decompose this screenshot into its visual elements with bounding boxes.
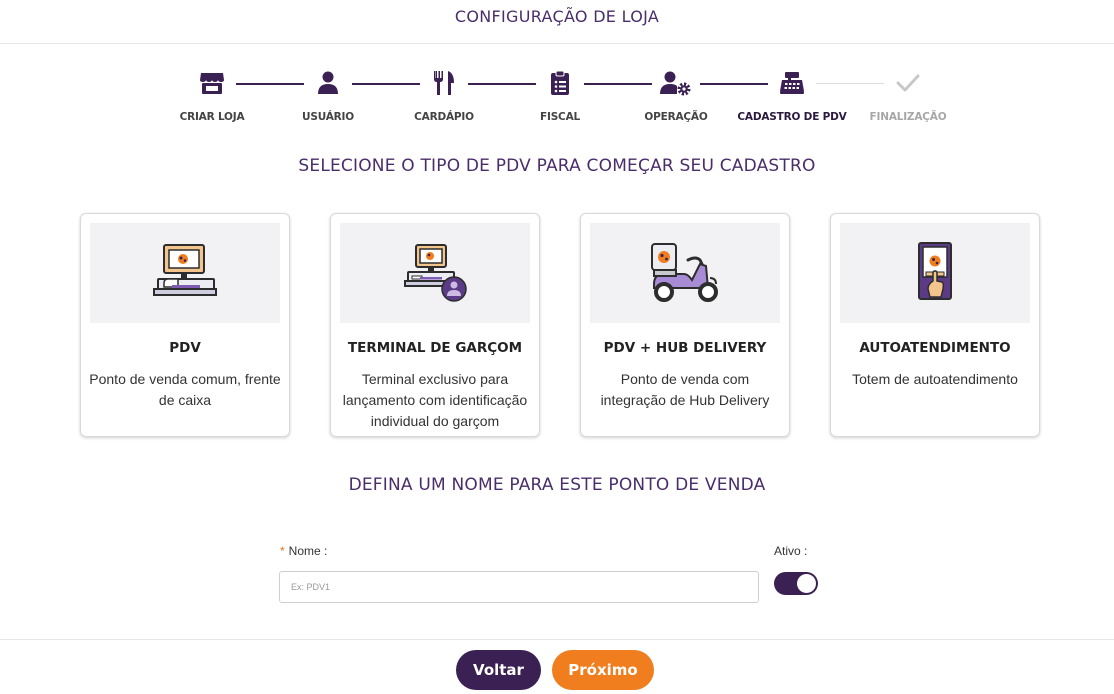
step-finalizacao[interactable]: FINALIZAÇÃO [848,60,968,123]
nome-label-text: Nome : [288,544,328,558]
pdv-type-section-title: SELECIONE O TIPO DE PDV PARA COMEÇAR SEU… [298,156,816,176]
card-description: Ponto de venda com integração de Hub Del… [600,371,770,408]
user-icon [268,60,388,106]
utensils-icon [384,60,504,106]
pdv-type-card-autoatendimento[interactable]: AUTOATENDIMENTO Totem de autoatendimento [830,213,1040,437]
user-gear-icon [616,60,736,106]
ativo-label: Ativo : [774,544,808,558]
pdv-name-section-title: DEFINA UM NOME PARA ESTE PONTO DE VENDA [348,475,766,495]
kiosk-totem-illustration [840,223,1030,323]
page-title: CONFIGURAÇÃO DE LOJA [0,0,1114,44]
ativo-toggle[interactable] [774,572,818,595]
step-criar-loja[interactable]: CRIAR LOJA [152,60,272,123]
nome-field-label: * Nome : [280,544,327,558]
card-title: AUTOATENDIMENTO [859,340,1011,356]
store-icon [152,60,272,106]
pdv-type-card-terminal-garcom[interactable]: TERMINAL DE GARÇOM Terminal exclusivo pa… [330,213,540,437]
step-label: CARDÁPIO [414,111,474,123]
step-usuario[interactable]: USUÁRIO [268,60,388,123]
required-mark: * [280,544,285,558]
clipboard-icon [500,60,620,106]
step-cardapio[interactable]: CARDÁPIO [384,60,504,123]
delivery-scooter-illustration [590,223,780,323]
step-label: CRIAR LOJA [179,111,245,123]
check-icon [848,60,968,106]
step-label: USUÁRIO [302,111,354,123]
step-label: FINALIZAÇÃO [869,111,947,123]
pdv-type-card-pdv[interactable]: PDV Ponto de venda comum, frente de caix… [80,213,290,437]
card-title: PDV [169,340,201,356]
card-description: Ponto de venda comum, frente de caixa [89,371,281,408]
step-label: CADASTRO DE PDV [737,111,847,123]
step-label: FISCAL [540,111,580,123]
next-button[interactable]: Próximo [552,650,654,690]
card-description: Totem de autoatendimento [852,371,1018,387]
card-title: PDV + HUB DELIVERY [603,340,767,356]
step-fiscal[interactable]: FISCAL [500,60,620,123]
card-title: TERMINAL DE GARÇOM [347,340,523,356]
pos-terminal-illustration [90,223,280,323]
back-button[interactable]: Voltar [456,650,541,690]
progress-stepper: CRIAR LOJA USUÁRIO CARDÁPIO FISCAL OPERA… [0,60,1114,130]
step-label: OPERAÇÃO [644,111,708,123]
waiter-terminal-illustration [340,223,530,323]
cash-register-icon [732,60,852,106]
step-operacao[interactable]: OPERAÇÃO [616,60,736,123]
toggle-knob [797,574,816,593]
card-description: Terminal exclusivo para lançamento com i… [342,371,528,429]
nome-input[interactable] [279,571,759,603]
pdv-type-card-pdv-hub-delivery[interactable]: PDV + HUB DELIVERY Ponto de venda com in… [580,213,790,437]
step-cadastro-pdv[interactable]: CADASTRO DE PDV [732,60,852,123]
